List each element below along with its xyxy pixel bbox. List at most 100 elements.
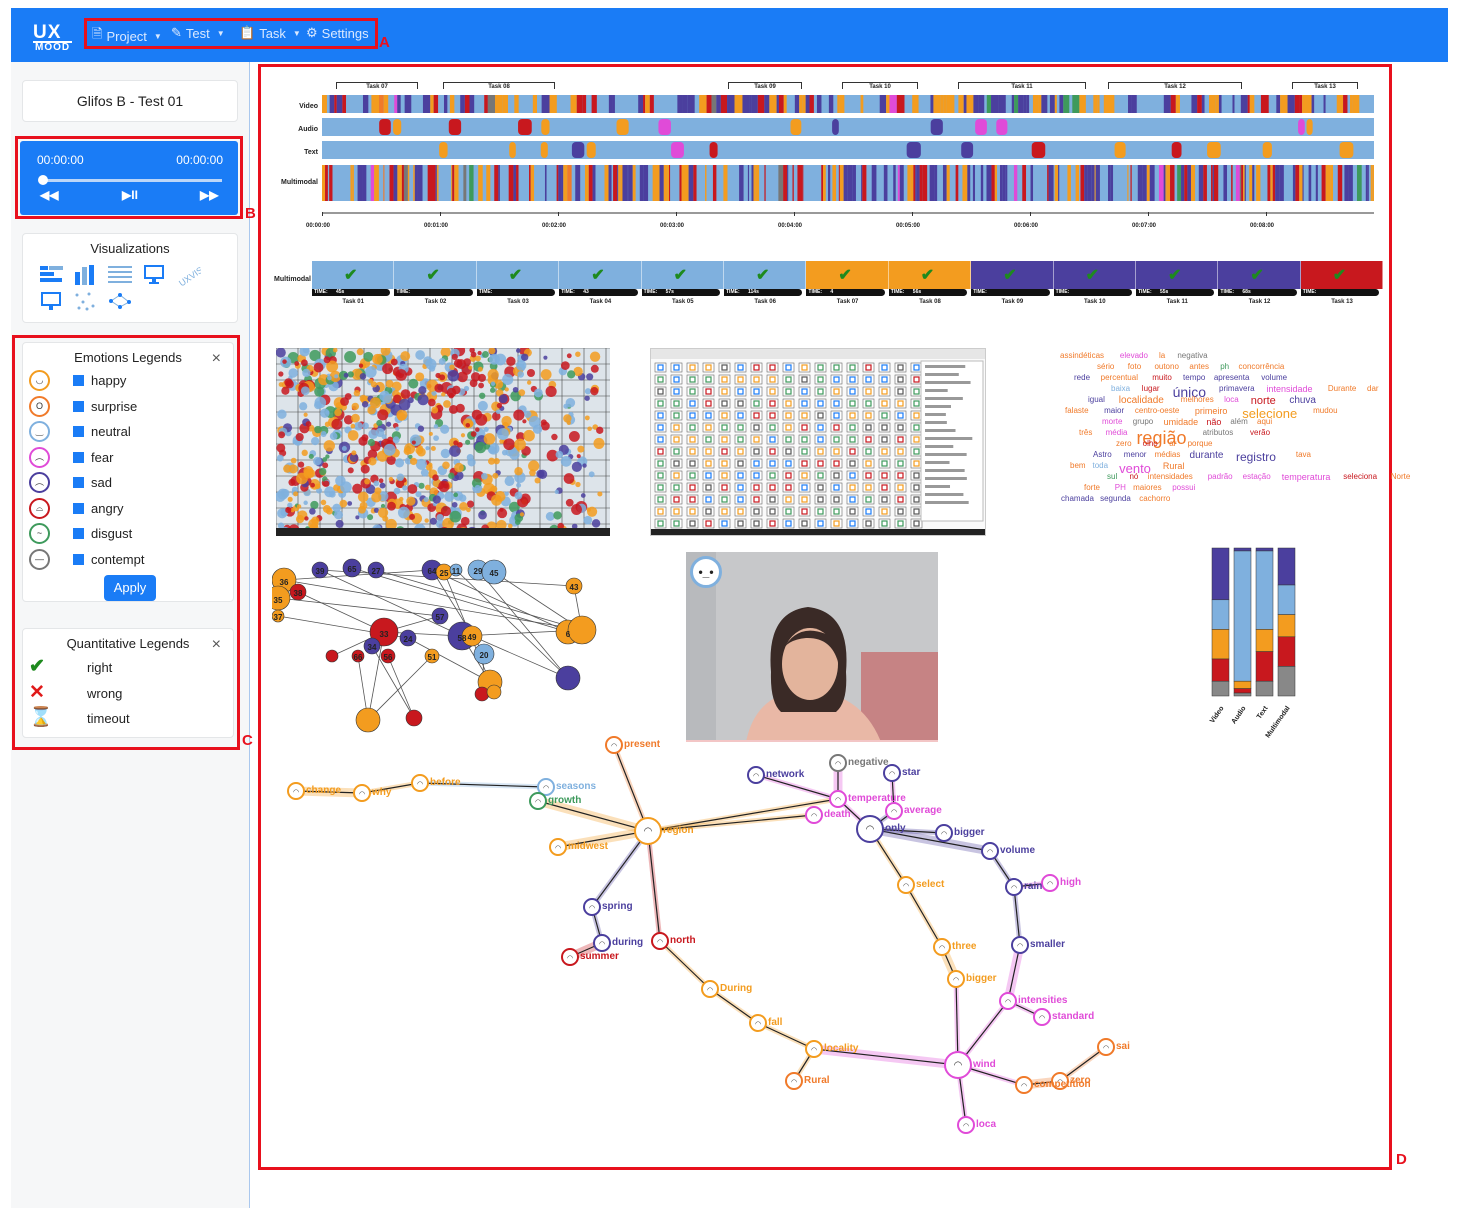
time-tick bbox=[558, 212, 559, 216]
word-cloud-word: volume bbox=[1261, 373, 1288, 382]
network-graph[interactable]: 36 35 38 37 39 65 27 64 25 11 29 45 43 57 33 34 24 66 56 58… bbox=[265, 558, 617, 733]
stacked-bar-segment bbox=[1277, 614, 1296, 638]
task-segment[interactable]: ✔ bbox=[559, 261, 642, 289]
network-node-label: 37 bbox=[274, 613, 283, 622]
callout-box-c bbox=[12, 335, 240, 750]
task-segment[interactable]: ✔ bbox=[641, 261, 724, 289]
app-logo[interactable]: UX MOOD bbox=[33, 23, 73, 53]
word-node-label: bigger bbox=[966, 973, 997, 984]
task-segment[interactable]: ✔ bbox=[971, 261, 1054, 289]
stacked-bar-segment bbox=[1255, 629, 1274, 652]
svg-text:◠: ◠ bbox=[359, 790, 365, 798]
word-node-label: during bbox=[612, 937, 644, 948]
svg-text:◠: ◠ bbox=[811, 1046, 817, 1054]
task-segment[interactable]: ✔ bbox=[888, 261, 972, 289]
callout-label-a: A bbox=[379, 34, 390, 51]
time-tick-label: 00:06:00 bbox=[1014, 223, 1039, 229]
checkmark-icon: ✔ bbox=[1085, 267, 1099, 284]
svg-text:◠: ◠ bbox=[567, 954, 573, 962]
word-node-label: region bbox=[663, 825, 694, 836]
screen-glyph-grid[interactable] bbox=[650, 348, 986, 536]
task-segment[interactable]: ✔ bbox=[1218, 261, 1301, 289]
monitor-icon[interactable] bbox=[141, 264, 167, 286]
test-title: Glifos B - Test 01 bbox=[22, 80, 238, 122]
bar-chart-icon[interactable] bbox=[73, 264, 99, 286]
table-icon[interactable] bbox=[107, 264, 133, 286]
network-node-label: 66 bbox=[354, 653, 363, 662]
task-time-value: 43 bbox=[583, 289, 589, 295]
task-time-bar: TIME: 68s bbox=[1218, 289, 1297, 296]
task-time-bar: TIME: 114s bbox=[724, 289, 803, 296]
screen-icon[interactable] bbox=[39, 290, 65, 312]
network-node-label: 51 bbox=[428, 653, 437, 662]
word-cloud-word: baixa bbox=[1111, 384, 1131, 393]
word-cloud-word: chamada bbox=[1061, 494, 1094, 503]
network-node-label: 35 bbox=[274, 596, 283, 605]
stacked-bar-segment bbox=[1211, 547, 1230, 601]
task-time-prefix: TIME: bbox=[478, 289, 493, 295]
word-cloud-icon[interactable]: UXVIS bbox=[175, 264, 205, 289]
word-node-label: seasons bbox=[556, 781, 597, 792]
timeline-icon[interactable] bbox=[39, 264, 65, 286]
scatter-icon[interactable] bbox=[73, 290, 99, 312]
time-tick bbox=[676, 212, 677, 216]
word-node-label: only bbox=[885, 823, 906, 834]
graph-icon[interactable] bbox=[107, 290, 133, 312]
network-node-label: 34 bbox=[368, 643, 377, 652]
webcam-video[interactable]: •_• bbox=[686, 552, 938, 742]
task-segment[interactable]: ✔ bbox=[394, 261, 477, 289]
task-segment[interactable]: ✔ bbox=[724, 261, 807, 289]
callout-label-d: D bbox=[1396, 1151, 1407, 1168]
task-segment[interactable]: ✔ bbox=[1300, 261, 1384, 289]
svg-text:◠: ◠ bbox=[589, 904, 595, 912]
word-cloud-word: mudou bbox=[1313, 406, 1338, 415]
time-tick bbox=[1266, 212, 1267, 216]
word-cloud-word: igual bbox=[1088, 395, 1105, 404]
time-tick bbox=[912, 212, 913, 216]
checkmark-icon: ✔ bbox=[920, 267, 935, 284]
word-cloud-word: maior bbox=[1104, 406, 1125, 415]
task-time-bar: TIME: bbox=[1053, 289, 1132, 296]
visualizations-title: Visualizations bbox=[90, 241, 170, 256]
svg-text:◠: ◠ bbox=[293, 788, 299, 796]
task-segment[interactable]: ✔ bbox=[312, 261, 395, 289]
word-cloud-word: temperatura bbox=[1281, 472, 1331, 482]
task-segment[interactable]: ✔ bbox=[1053, 261, 1136, 289]
network-node-label: 39 bbox=[316, 567, 325, 576]
word-cloud-word: negativa bbox=[1177, 351, 1208, 360]
svg-text:◠: ◠ bbox=[555, 844, 561, 852]
word-cloud-word: porque bbox=[1187, 439, 1213, 448]
svg-text:◠: ◠ bbox=[753, 772, 759, 780]
app-page: { "app":{"logo_top":"UX","logo_bottom":"… bbox=[0, 0, 1464, 1210]
word-cloud-word: chuva bbox=[1289, 395, 1316, 406]
word-cloud-word: falaste bbox=[1065, 406, 1089, 415]
svg-text:◠: ◠ bbox=[755, 1020, 761, 1028]
network-node-label: 45 bbox=[490, 569, 499, 578]
task-segment[interactable]: ✔ bbox=[806, 261, 889, 289]
task-segment[interactable]: ✔ bbox=[1136, 261, 1219, 289]
svg-text:◠: ◠ bbox=[835, 760, 841, 768]
stacked-bar-segment bbox=[1211, 658, 1230, 682]
word-cloud-word: padrão bbox=[1207, 472, 1233, 481]
task-time-value: 57s bbox=[665, 289, 674, 295]
word-cloud-word: cachorro bbox=[1139, 494, 1171, 503]
timeline-strips[interactable] bbox=[322, 95, 1374, 215]
network-node-label: 49 bbox=[468, 633, 477, 642]
task-time-value: 114s bbox=[748, 289, 759, 295]
task-time-bar: TIME: 55s bbox=[1136, 289, 1215, 296]
word-node-label: spring bbox=[602, 901, 633, 912]
svg-text:◠: ◠ bbox=[903, 882, 909, 890]
word-cloud-word: durante bbox=[1189, 450, 1224, 461]
network-node-label: 24 bbox=[404, 635, 413, 644]
word-cloud-word: morte bbox=[1102, 417, 1123, 426]
stacked-bar-segment bbox=[1255, 550, 1274, 630]
task-time-prefix: TIME: bbox=[808, 289, 822, 295]
network-node-label: 43 bbox=[570, 583, 579, 592]
word-node-label: star bbox=[902, 767, 921, 778]
task-time-value: 55s bbox=[1160, 289, 1169, 295]
word-cloud-word: menor bbox=[1123, 450, 1147, 459]
task-segment[interactable]: ✔ bbox=[476, 261, 560, 289]
stacked-bar-segment bbox=[1277, 584, 1296, 615]
screen-heatmap[interactable] bbox=[276, 348, 610, 536]
word-emotion-graph[interactable]: ◠ ◠ ◠ ◠ ◠ ◠ ◠ ◠ ◠ ◠ ◠ ◠ ◠ ◠ ◠ ◠ ◠ ◠ ◠ ◠ ◠ ◠ ◠ ◠ ◠ ◠ ◠ ◠ ◠ ◠ ◠ ◠ ◠ ◠ ◠ ◠ ◠ ◠ p… bbox=[280, 735, 1130, 1155]
